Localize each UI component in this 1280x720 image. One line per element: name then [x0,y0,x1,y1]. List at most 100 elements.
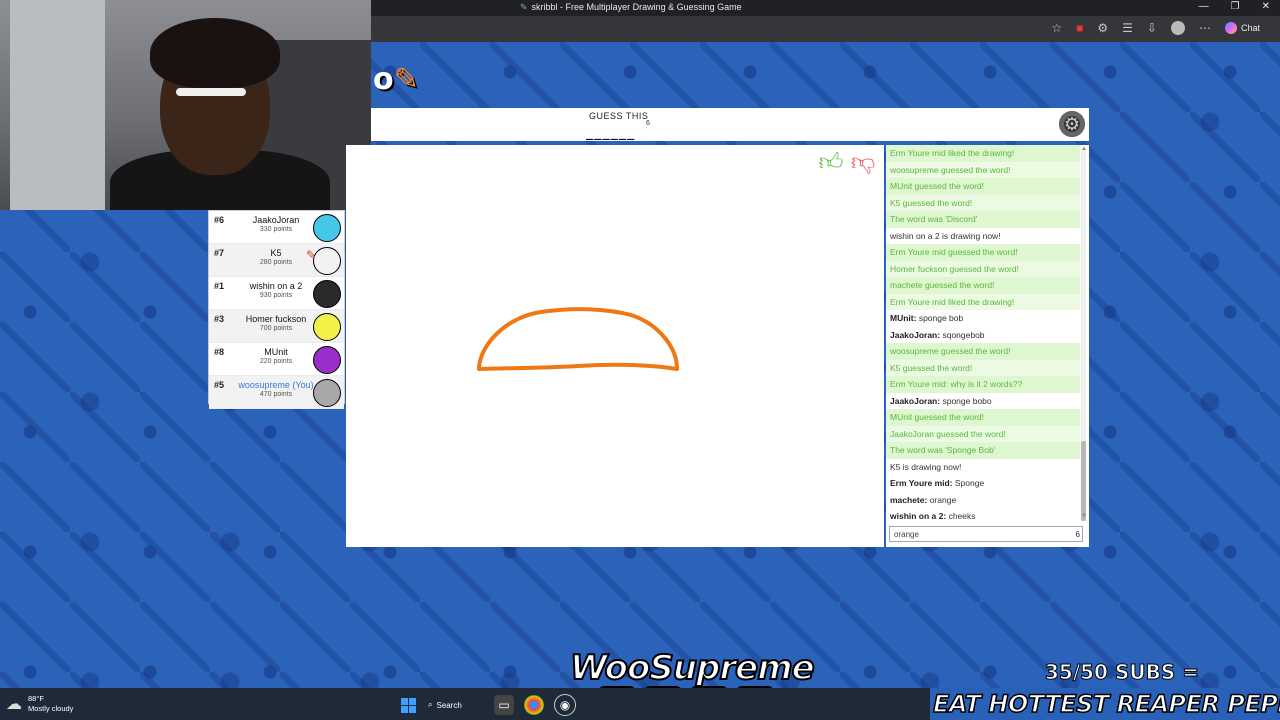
chat-scrollbar[interactable] [1081,149,1086,521]
player-rank: #5 [214,380,225,390]
webcam-headband [176,88,246,96]
logo-pencil-icon: ✎ [393,62,419,97]
chat-text: MUnit guessed the word! [890,181,985,191]
chat-message: machete guessed the word! [886,277,1080,294]
chat-message: Erm Youre mid: Sponge [886,475,1080,492]
chat-input[interactable] [889,526,1083,542]
streamer-brand: WooSupreme [569,647,816,689]
chat-char-count: 6 [1075,530,1080,539]
weather-desc: Mostly cloudy [28,704,74,713]
chat-text: wishin on a 2 is drawing now! [890,230,1001,241]
player-name: Homer fuckson [245,314,307,324]
player-avatar [313,346,341,374]
chat-scrollbar-thumb[interactable] [1081,441,1086,521]
search-icon: ⌕ [428,700,433,709]
downloads-icon[interactable]: ⇩ [1147,21,1157,35]
chat-message: The word was 'Sponge Bob' [886,442,1080,459]
chat-text: K5 is drawing now! [890,461,962,472]
webcam-door [10,0,105,210]
subs-goal: 35/50 SUBS = [1045,660,1200,685]
window-title: ✎ skribbl - Free Multiplayer Drawing & Gu… [520,2,742,13]
window-title-text: skribbl - Free Multiplayer Drawing & Gue… [531,2,742,12]
game-header: GUESS THIS 6 ______ ⚙ [371,108,1089,141]
scroll-up-icon[interactable]: ▲ [1081,146,1087,152]
chat-text: orange [929,494,957,505]
chat-message: Erm Youre mid liked the drawing! [886,145,1080,162]
chat-text: Homer fuckson guessed the word! [890,263,1019,274]
chat-message: Erm Youre mid: why is it 2 words?? [886,376,1080,393]
player-name: MUnit [264,347,288,357]
player-avatar [313,280,341,308]
chat-message: Erm Youre mid liked the drawing! [886,293,1080,310]
player-row[interactable]: #8 MUnit 220 points [209,343,344,376]
player-row[interactable]: #6 JaakoJoran 330 points [209,211,344,244]
bookmark-star-icon[interactable]: ☆ [1051,21,1062,35]
chat-message: The word was 'Discord' [886,211,1080,228]
chat-author: JaakoJoran: [890,395,941,406]
close-icon[interactable]: ✕ [1262,1,1270,12]
favorites-icon[interactable]: ☰ [1122,21,1133,35]
chat-message: woosupreme guessed the word! [886,161,1080,178]
more-menu-icon[interactable]: ⋯ [1199,21,1211,35]
webcam-feed [0,0,371,210]
thumbs-up-icon[interactable]: 👍︎ [818,148,844,178]
chat-message: K5 guessed the word! [886,194,1080,211]
chat-text: The word was 'Discord' [890,214,978,224]
obs-icon[interactable]: ◉ [554,694,576,716]
chat-author: JaakoJoran: [890,329,941,340]
weather-widget[interactable]: ☁ 88°F Mostly cloudy [6,694,73,714]
player-row[interactable]: #5 woosupreme (You) 470 points [209,376,344,409]
chat-message: JaakoJoran: sponge bobo [886,393,1080,410]
player-rank: #8 [214,347,225,357]
taskbar-search[interactable]: ⌕ Search [428,695,484,715]
player-row[interactable]: #1 wishin on a 2 930 points [209,277,344,310]
chat-message: Homer fuckson guessed the word! [886,260,1080,277]
chat-text: K5 guessed the word! [890,197,973,208]
thumbs-down-icon[interactable]: 👎︎ [850,148,876,178]
player-rank: #6 [214,215,225,225]
guess-label: GUESS THIS [589,111,649,121]
settings-icon[interactable]: ⚙ [1097,21,1108,35]
chat-text: machete guessed the word! [890,280,995,290]
rating-buttons: 👍︎ 👎︎ [818,148,876,178]
chat-message: machete: orange [886,492,1080,509]
windows-start-icon[interactable] [398,695,418,715]
chat-text: sponge bobo [942,395,992,406]
weather-temp: 88°F [28,694,44,703]
restore-icon[interactable]: ❐ [1231,1,1240,12]
chat-text: sponge bob [918,313,964,323]
player-row[interactable]: #3 Homer fuckson 700 points [209,310,344,343]
chat-author: wishin on a 2: [890,511,947,521]
drawing-canvas[interactable] [346,145,884,547]
chat-message: MUnit: sponge bob [886,310,1080,327]
player-name: woosupreme (You) [238,380,314,390]
player-name: wishin on a 2 [249,281,303,291]
chat-panel: Erm Youre mid liked the drawing! woosupre… [886,145,1089,547]
subs-challenge: EAT HOTTEST REAPER PEPPER [932,689,1280,719]
chrome-icon[interactable] [524,695,544,715]
windows-taskbar: ☁ 88°F Mostly cloudy ⌕ Search ▭ ◉ [0,688,930,720]
chat-message: MUnit guessed the word! [886,178,1080,195]
minimize-icon[interactable]: — [1199,1,1209,12]
player-row[interactable]: #7 K5 280 points ✎ [209,244,344,277]
chat-author: Erm Youre mid: [890,379,949,389]
settings-gear-icon[interactable]: ⚙ [1059,111,1085,137]
chat-text: JaakoJoran guessed the word! [890,428,1006,439]
copilot-chat-button[interactable]: Chat [1224,22,1260,34]
player-rank: #3 [214,314,225,324]
drawing-svg [477,307,679,371]
chat-text: K5 guessed the word! [890,362,973,373]
task-view-icon[interactable]: ▭ [494,695,514,715]
scroll-down-icon[interactable]: ▼ [1081,513,1087,519]
player-avatar [313,313,341,341]
player-avatar [313,379,341,407]
player-points: 470 points [259,391,293,398]
player-list: #6 JaakoJoran 330 points #7 K5 280 points ✎ #1 w… [208,210,345,409]
chat-text: woosupreme guessed the word! [890,164,1011,175]
chat-message: K5 guessed the word! [886,359,1080,376]
player-avatar [313,214,341,242]
profile-avatar[interactable] [1170,21,1185,35]
webcam-person-hair [150,18,280,88]
word-length: 6 [646,120,650,127]
extension-icon[interactable]: ■ [1076,21,1083,35]
